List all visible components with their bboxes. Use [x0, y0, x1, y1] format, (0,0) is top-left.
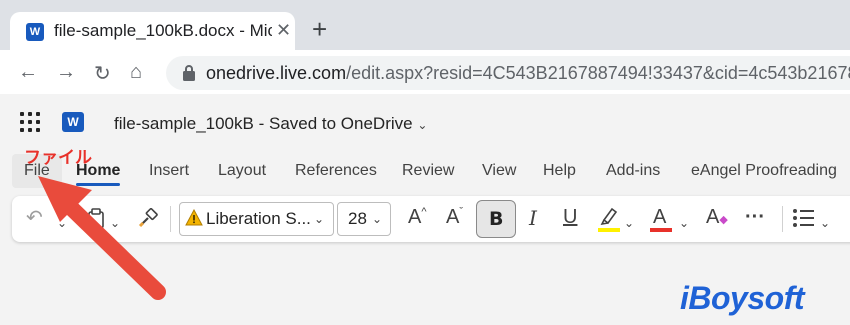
tab-review[interactable]: Review: [402, 162, 454, 180]
font-color-button[interactable]: A: [653, 206, 666, 229]
paste-icon[interactable]: [87, 208, 105, 230]
forward-arrow-icon[interactable]: →: [56, 61, 76, 84]
bullet-list-icon[interactable]: [792, 208, 816, 228]
warning-icon: [185, 209, 203, 226]
font-name-value: Liberation S...: [206, 209, 311, 228]
chevron-down-icon[interactable]: ⌄: [679, 210, 689, 233]
tab-references[interactable]: References: [295, 162, 377, 180]
font-name-dropdown[interactable]: Liberation S... ⌄: [179, 202, 334, 236]
url-text: onedrive.live.com/edit.aspx?resid=4C543B…: [206, 63, 850, 84]
divider: [170, 206, 171, 232]
chevron-down-icon: ⌄: [372, 212, 383, 226]
chevron-down-icon[interactable]: ⌄: [624, 210, 634, 233]
underline-button[interactable]: U: [563, 206, 577, 229]
watermark-logo: iBoysoft: [680, 280, 805, 316]
tab-title: file-sample_100kB.docx - Micr: [54, 21, 272, 40]
chevron-down-icon[interactable]: ⌄: [820, 210, 830, 233]
shrink-font-icon: A: [446, 206, 460, 228]
grow-font-icon: A: [408, 206, 422, 228]
tab-view[interactable]: View: [482, 162, 516, 180]
tab-layout[interactable]: Layout: [218, 162, 266, 180]
bold-button[interactable]: B: [476, 200, 516, 238]
bold-icon: B: [489, 208, 504, 230]
tab-eangel-proofreading[interactable]: eAngel Proofreading: [691, 162, 837, 180]
eraser-icon: ◆: [719, 214, 728, 226]
annotation-label: ファイル: [24, 148, 92, 167]
save-status: - Saved to OneDrive: [258, 114, 413, 133]
close-icon[interactable]: ✕: [276, 20, 291, 41]
url-path: /edit.aspx?resid=4C543B2167887494!33437&…: [346, 63, 850, 83]
browser-tab-strip: W file-sample_100kB.docx - Micr ✕ +: [0, 0, 850, 50]
up-caret-icon: ^: [421, 206, 427, 218]
highlight-color-bar: [598, 228, 620, 232]
new-tab-button[interactable]: +: [312, 16, 327, 42]
back-arrow-icon[interactable]: ←: [18, 61, 38, 84]
chevron-down-icon: ⌄: [314, 212, 325, 226]
undo-icon[interactable]: ↶: [26, 205, 43, 230]
document-name: file-sample_100kB: [114, 114, 254, 133]
browser-toolbar: ← → ↻ ⌂ onedrive.live.com/edit.aspx?resi…: [0, 50, 850, 94]
chevron-down-icon[interactable]: ⌄: [57, 210, 67, 233]
tab-insert[interactable]: Insert: [149, 162, 189, 180]
format-painter-icon[interactable]: [138, 208, 158, 228]
down-caret-icon: ˇ: [459, 206, 464, 218]
font-size-value: 28: [348, 209, 367, 228]
italic-button[interactable]: I: [529, 206, 537, 230]
more-options-button[interactable]: ···: [745, 206, 765, 229]
word-icon: W: [26, 23, 44, 41]
app-launcher-icon[interactable]: [20, 112, 40, 132]
address-bar[interactable]: onedrive.live.com/edit.aspx?resid=4C543B…: [166, 56, 850, 90]
url-host: onedrive.live.com: [206, 63, 347, 83]
word-header: W file-sample_100kB - Saved to OneDrive …: [0, 94, 850, 150]
home-toolbar: ↶ ⌄ ⌄ Liberation S... ⌄ 28 ⌄ A^ Aˇ B I U…: [12, 196, 850, 242]
highlighter-icon[interactable]: [598, 206, 620, 228]
word-logo-icon: W: [62, 112, 84, 132]
tab-help[interactable]: Help: [543, 162, 576, 180]
home-icon[interactable]: ⌂: [130, 61, 142, 84]
reload-icon[interactable]: ↻: [94, 61, 111, 86]
divider: [782, 206, 783, 232]
font-size-dropdown[interactable]: 28 ⌄: [337, 202, 391, 236]
document-title[interactable]: file-sample_100kB - Saved to OneDrive ⌄: [114, 114, 427, 134]
lock-icon: [183, 65, 195, 81]
ribbon-tabs: File Home Insert Layout References Revie…: [0, 150, 850, 192]
chevron-down-icon: ⌄: [417, 118, 428, 132]
grow-font-button[interactable]: A^: [408, 206, 427, 229]
shrink-font-button[interactable]: Aˇ: [446, 206, 463, 229]
font-color-bar: [650, 228, 672, 232]
tab-add-ins[interactable]: Add-ins: [606, 162, 660, 180]
chevron-down-icon[interactable]: ⌄: [110, 210, 120, 233]
clear-format-icon: A: [706, 206, 720, 228]
browser-tab[interactable]: W file-sample_100kB.docx - Micr ✕: [10, 12, 295, 50]
clear-formatting-button[interactable]: A◆: [706, 206, 728, 229]
